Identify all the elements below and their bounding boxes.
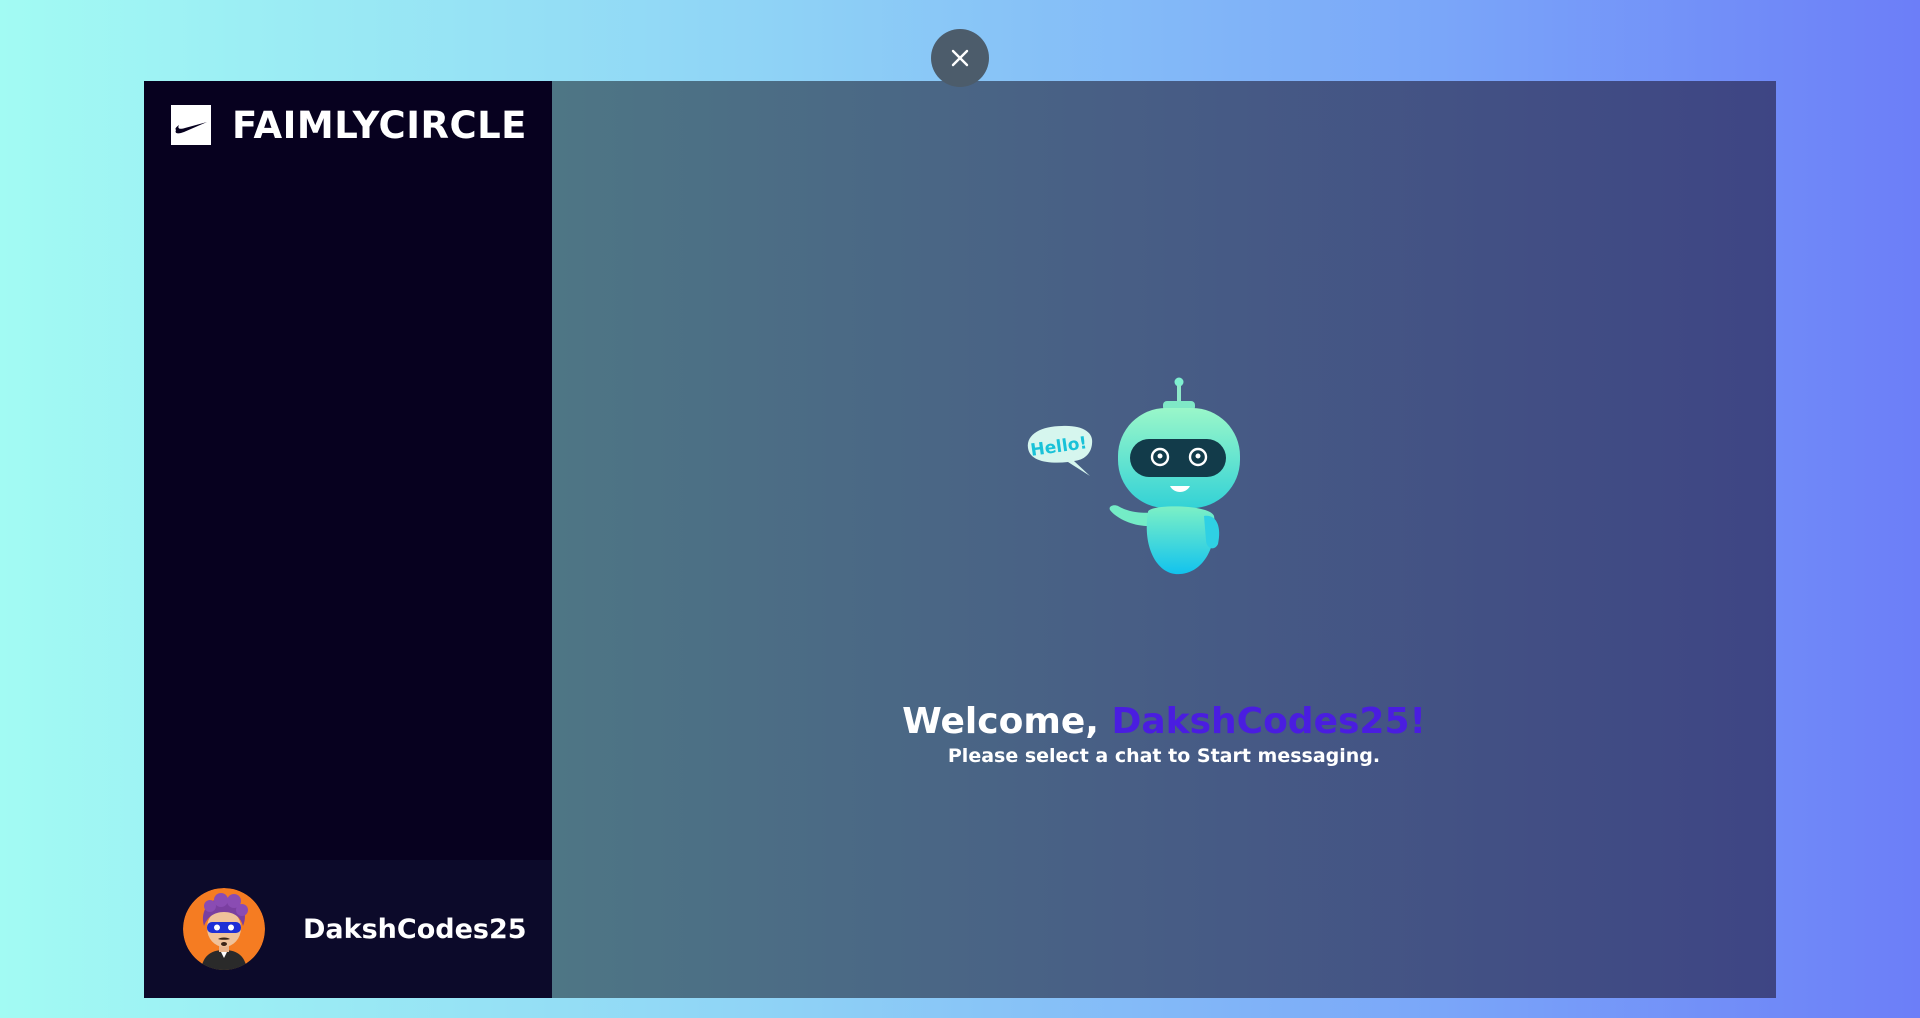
close-icon [951,49,969,67]
welcome-username: DakshCodes25! [1111,701,1426,742]
chat-main-panel: Hello! Welcome, DakshCodes25! Please sel… [552,81,1776,998]
sidebar: FAIMLYCIRCLE DakshCodes25 [144,81,552,998]
current-user-bar: DakshCodes25 [144,860,552,998]
brand[interactable]: FAIMLYCIRCLE [171,105,527,145]
close-button[interactable] [931,29,989,87]
welcome-greeting: Welcome, [902,701,1099,742]
avatar[interactable] [183,888,265,970]
welcome-message: Welcome, DakshCodes25! Please select a c… [552,700,1776,767]
current-username: DakshCodes25 [303,913,527,945]
avatar-icon [183,888,265,970]
brand-name: FAIMLYCIRCLE [232,103,527,147]
chat-app-window: FAIMLYCIRCLE DakshCodes25 Hello! Welcome… [144,81,1776,998]
swoosh-logo-icon [171,105,211,145]
robot-illustration: Hello! [1027,377,1240,575]
welcome-title: Welcome, DakshCodes25! [552,700,1776,743]
welcome-subtitle: Please select a chat to Start messaging. [947,745,1381,768]
